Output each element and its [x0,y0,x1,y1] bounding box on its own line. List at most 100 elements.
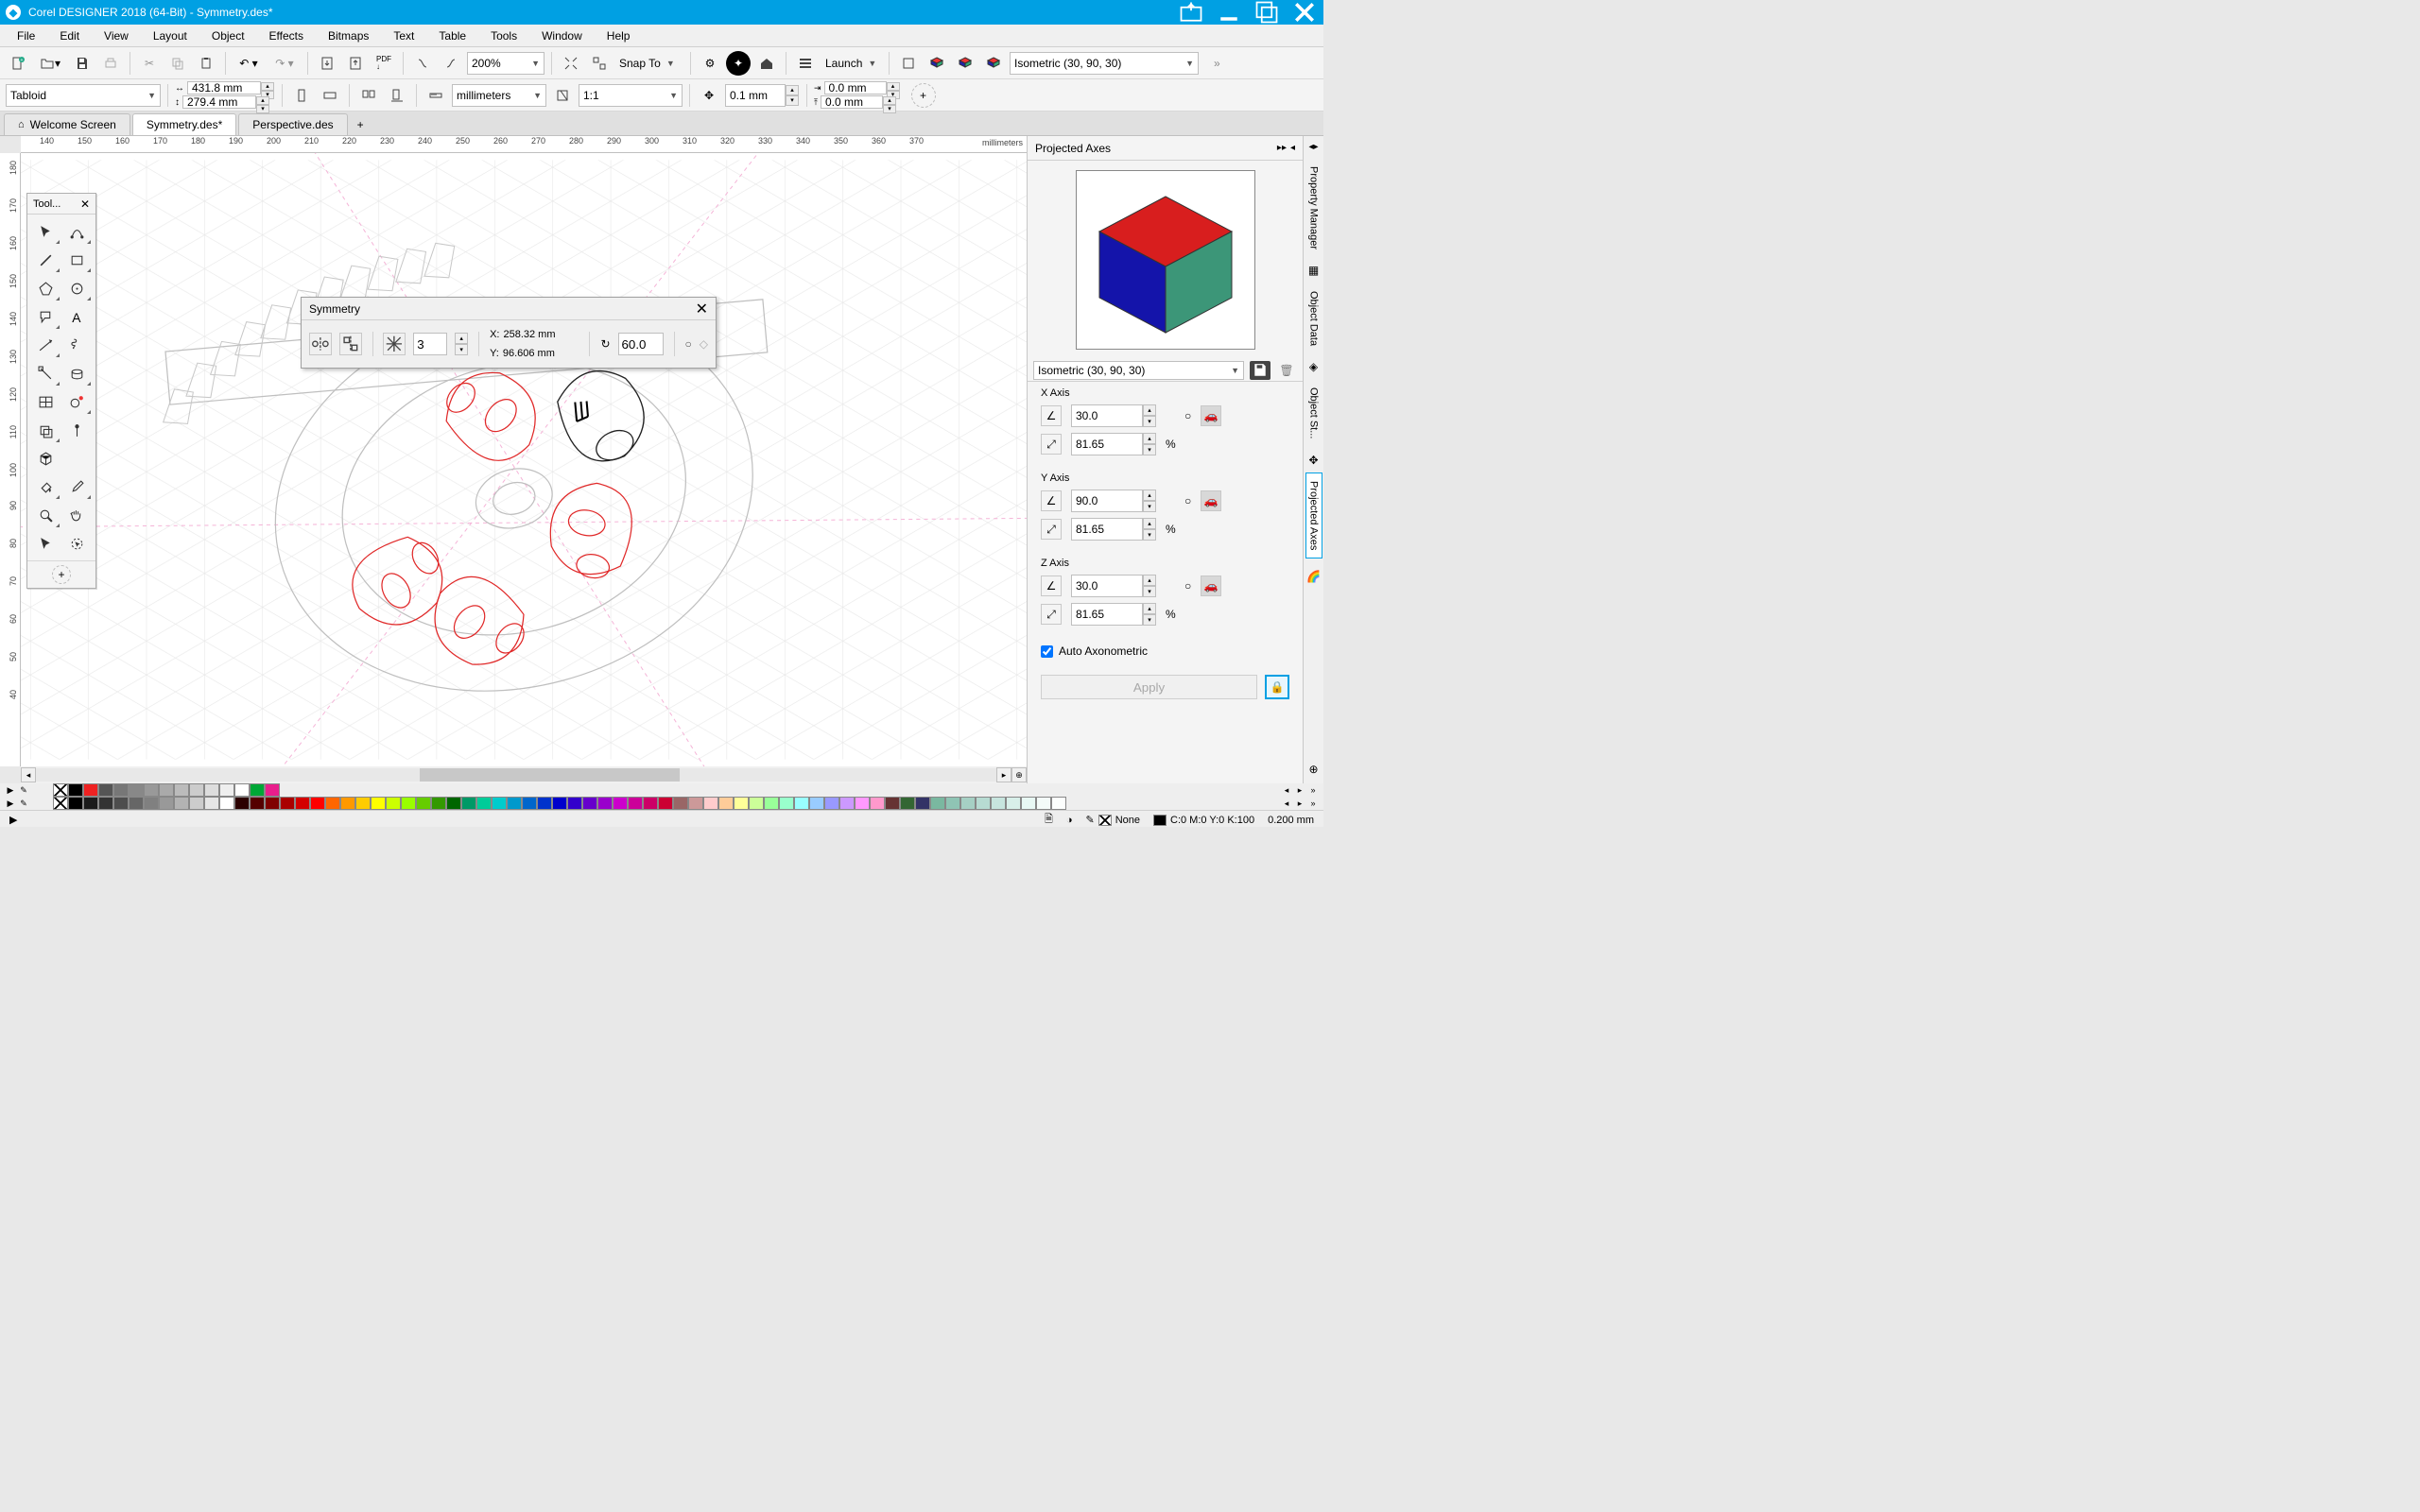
palette-scroll[interactable]: » [1306,783,1320,797]
front-plane-button[interactable] [953,51,977,76]
color-swatch[interactable] [718,797,734,810]
pick-tool[interactable] [31,218,60,245]
color-swatch[interactable] [900,797,915,810]
color-swatch[interactable] [83,783,98,797]
palette-scroll[interactable]: » [1306,797,1320,810]
table-tool[interactable] [31,388,60,415]
publish-icon[interactable] [1178,2,1204,23]
projected-tool[interactable] [62,360,92,387]
color-swatch[interactable] [824,797,839,810]
palette-scroll[interactable]: ◂ [1280,797,1293,810]
pan-tool[interactable] [62,502,92,528]
palette-edit[interactable]: ✎ [17,797,30,810]
minimize-button[interactable] [1216,2,1242,23]
duplicate-x-input[interactable]: 0.0 mm▴▾ [824,81,887,94]
rail-color-icon[interactable]: 🌈 [1306,570,1321,583]
x-suv-icon[interactable]: 🚗 [1201,405,1221,426]
menu-effects[interactable]: Effects [260,27,313,44]
color-swatch[interactable] [340,797,355,810]
drawing-scale-combo[interactable]: 1:1▼ [579,84,683,107]
color-swatch[interactable] [83,797,98,810]
color-swatch[interactable] [219,797,234,810]
edit-symmetry-button[interactable] [339,333,362,355]
x-color-radio[interactable]: ○ [1184,409,1191,422]
color-swatch[interactable] [144,783,159,797]
color-swatch[interactable] [280,797,295,810]
edit-scale-button[interactable] [550,83,575,108]
y-angle-input[interactable] [1071,490,1143,512]
text-tool[interactable]: A [62,303,92,330]
ellipse-tool[interactable] [62,275,92,301]
color-swatch[interactable] [794,797,809,810]
3d-tool[interactable] [31,445,60,472]
color-swatch[interactable] [703,797,718,810]
menu-view[interactable]: View [95,27,138,44]
color-swatch[interactable] [1021,797,1036,810]
color-swatch[interactable] [129,783,144,797]
units-combo[interactable]: millimeters▼ [452,84,546,107]
fuse-option-a[interactable]: ○ [685,337,692,351]
drawing-plane-button[interactable] [896,51,921,76]
create-symmetry-button[interactable] [309,333,332,355]
snap-to-grid-button[interactable] [439,51,463,76]
status-color-proof-icon[interactable]: ◑ [1066,815,1073,826]
close-button[interactable] [1291,2,1318,23]
print-button[interactable] [98,51,123,76]
zoom-combo[interactable]: 200%▼ [467,52,544,75]
rail-object-styles[interactable]: Object St... [1305,379,1322,447]
color-swatch[interactable] [204,783,219,797]
color-swatch[interactable] [159,783,174,797]
color-swatch[interactable] [98,783,113,797]
color-swatch[interactable] [159,797,174,810]
cut-button[interactable]: ✂ [137,51,162,76]
axes-preset-combo[interactable]: Isometric (30, 90, 30)▼ [1033,361,1244,380]
polygon-tool[interactable] [31,275,60,301]
duplicate-y-input[interactable]: 0.0 mm▴▾ [821,95,883,109]
menu-edit[interactable]: Edit [50,27,89,44]
palette-nav[interactable]: ▶ [4,797,17,810]
toolbox[interactable]: Tool...✕ A + [26,193,96,589]
color-swatch[interactable] [98,797,113,810]
page-width-input[interactable]: 431.8 mm▴▾ [187,81,261,94]
import-button[interactable] [315,51,339,76]
color-swatch[interactable] [325,797,340,810]
color-swatch[interactable] [734,797,749,810]
palette-scroll[interactable]: ▸ [1293,783,1306,797]
zoom-tool[interactable] [31,502,60,528]
color-swatch[interactable] [113,797,129,810]
eyedropper-tool[interactable] [62,473,92,500]
pick2-tool[interactable] [31,530,60,557]
color-swatch[interactable] [355,797,371,810]
redo-button[interactable]: ↷ ▾ [268,51,301,76]
color-swatch[interactable] [386,797,401,810]
page-size-combo[interactable]: Tabloid▼ [6,84,161,107]
menu-layout[interactable]: Layout [144,27,197,44]
color-swatch[interactable] [129,797,144,810]
sym-x-input[interactable] [503,326,579,343]
rail-add-docker[interactable]: ⊕ [1308,763,1318,776]
document-tab[interactable]: ⌂Welcome Screen [4,113,130,135]
color-swatch[interactable] [522,797,537,810]
portrait-button[interactable] [289,83,314,108]
color-swatch[interactable] [552,797,567,810]
callout-tool[interactable] [31,303,60,330]
color-swatch[interactable] [628,797,643,810]
color-swatch[interactable] [68,783,83,797]
horizontal-scrollbar[interactable]: ◂ ▸ ⊕ [21,766,1027,783]
symmetry-toolbar[interactable]: Symmetry✕ ▴▾ X: Y: ↻ ○ ◇ [301,297,717,369]
color-swatch[interactable] [613,797,628,810]
all-pages-button[interactable] [356,83,381,108]
docker-titlebar[interactable]: Projected Axes ▸▸◂ [1028,136,1303,161]
menu-file[interactable]: File [8,27,44,44]
maximize-button[interactable] [1253,2,1280,23]
snap-off-button[interactable] [410,51,435,76]
projection-preset-combo[interactable]: Isometric (30, 90, 30)▼ [1010,52,1199,75]
rail-axes-icon[interactable]: ✥ [1308,454,1318,467]
freehand-pick-tool[interactable] [62,530,92,557]
color-swatch[interactable] [764,797,779,810]
color-swatch[interactable] [476,797,492,810]
color-swatch[interactable] [431,797,446,810]
menu-window[interactable]: Window [532,27,592,44]
connector-tool[interactable] [31,360,60,387]
color-swatch[interactable] [416,797,431,810]
